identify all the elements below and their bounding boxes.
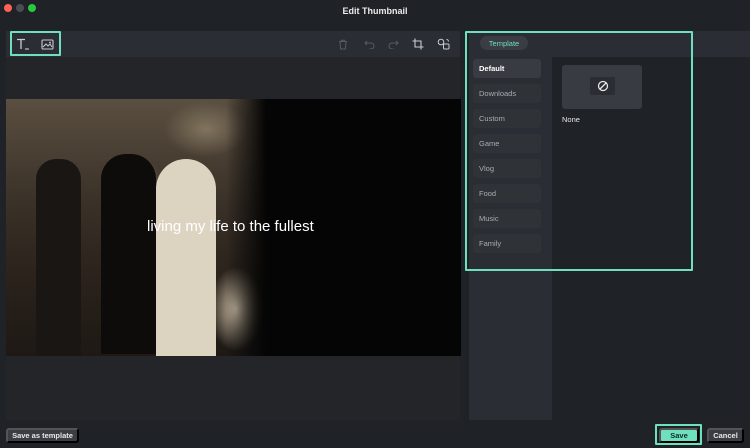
crop-icon[interactable] xyxy=(409,35,427,53)
thumbnail-preview[interactable]: living my life to the fullest xyxy=(6,99,461,356)
replace-frame-icon[interactable] xyxy=(434,35,452,53)
template-panel-highlight xyxy=(465,31,693,271)
window-title: Edit Thumbnail xyxy=(342,6,408,16)
thumbnail-caption-text[interactable]: living my life to the fullest xyxy=(147,218,314,235)
save-button-highlight xyxy=(655,424,702,445)
redo-icon[interactable] xyxy=(384,35,402,53)
title-bar: Edit Thumbnail xyxy=(0,0,750,24)
canvas-margin-bottom xyxy=(6,354,460,420)
undo-icon[interactable] xyxy=(360,35,378,53)
canvas-margin-top xyxy=(6,57,460,99)
cancel-button[interactable]: Cancel xyxy=(707,428,744,443)
delete-icon[interactable] xyxy=(334,35,352,53)
save-as-template-button[interactable]: Save as template xyxy=(6,428,79,443)
add-element-tools-highlight xyxy=(10,31,61,56)
